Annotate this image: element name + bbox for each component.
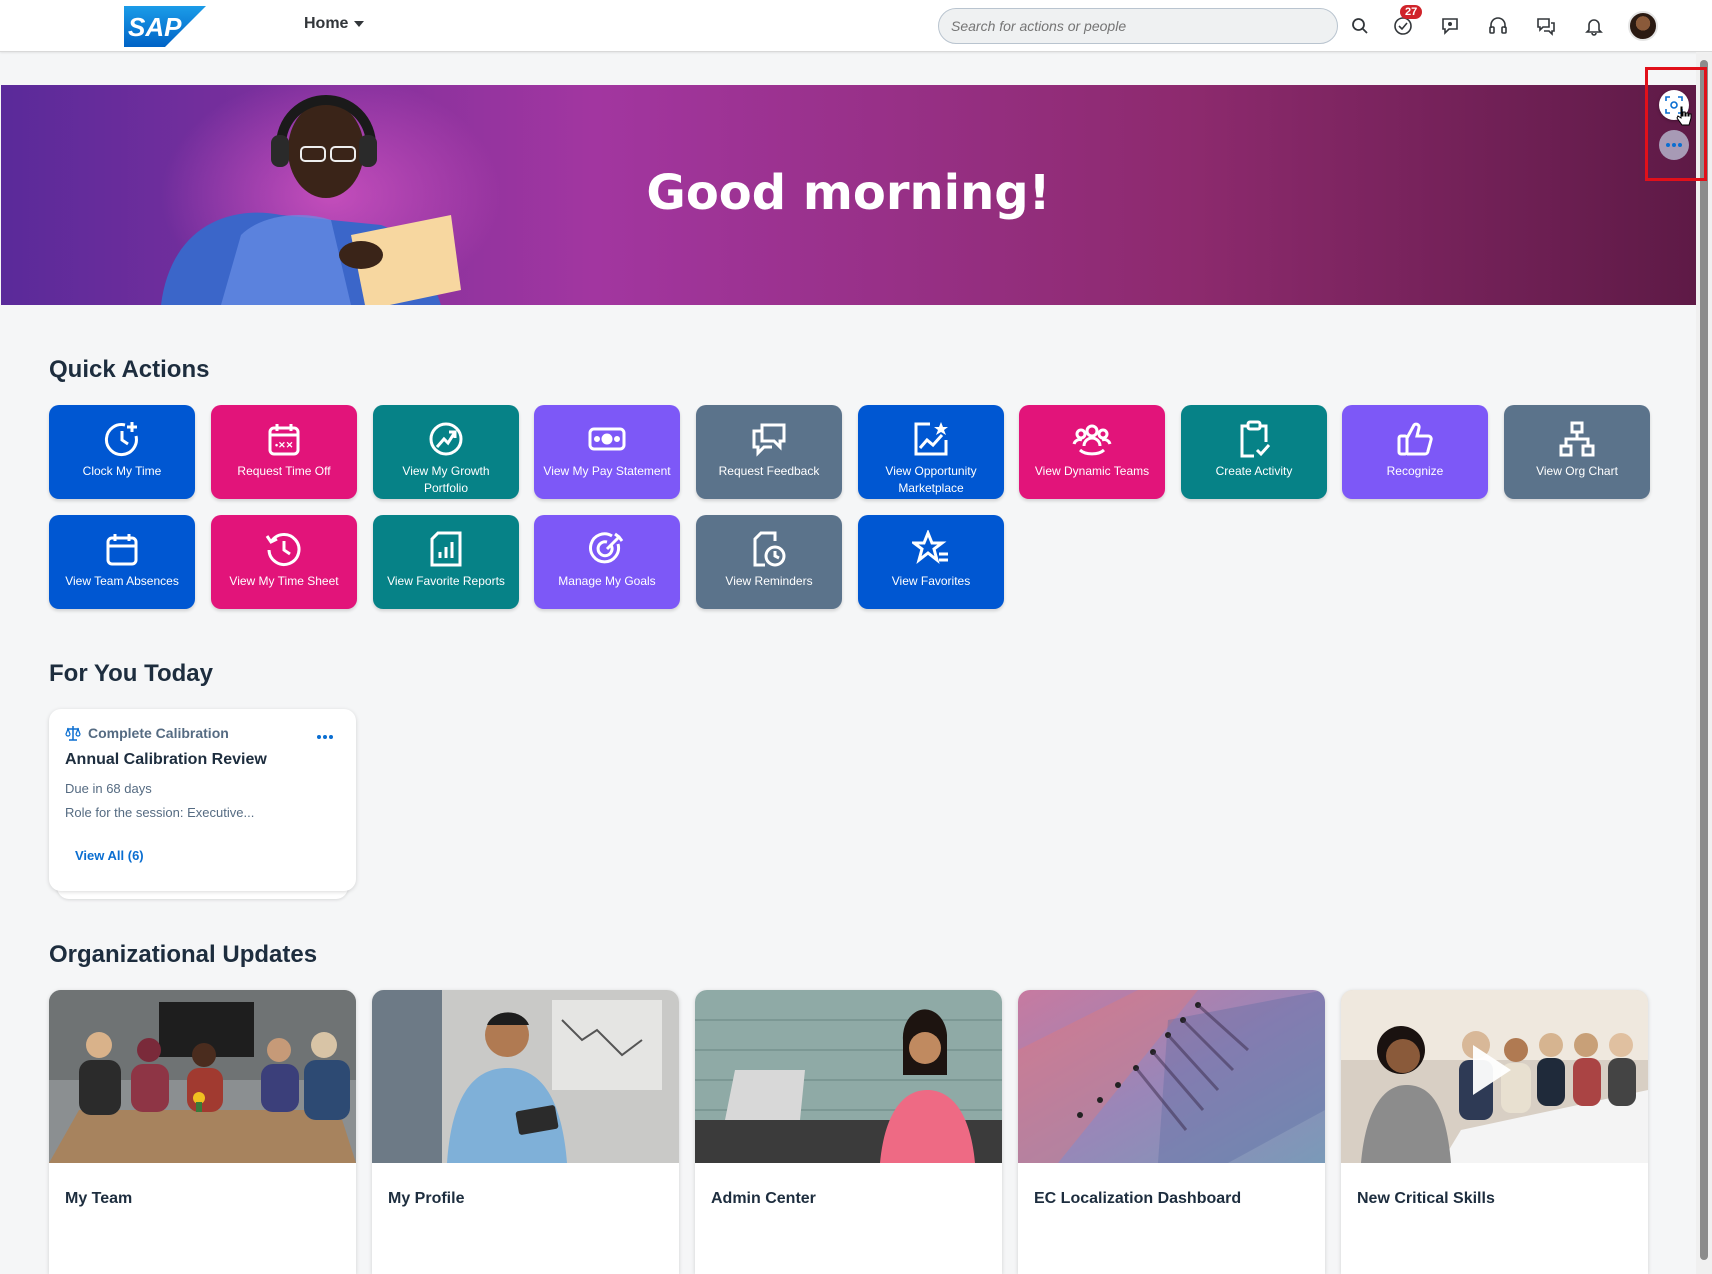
- shell-bar: SAP Home 27: [0, 0, 1712, 52]
- chat-icon[interactable]: [1438, 14, 1462, 38]
- calendar-blank-icon: [102, 529, 142, 569]
- org-card-title: Admin Center: [711, 1190, 816, 1207]
- quick-action-view-reminders[interactable]: View Reminders: [696, 515, 842, 609]
- quick-action-view-favorite-reports[interactable]: View Favorite Reports: [373, 515, 519, 609]
- org-card-admin-center[interactable]: Admin Center: [695, 990, 1002, 1274]
- my-team-image: [49, 990, 356, 1163]
- new-critical-skills-image: [1341, 990, 1648, 1163]
- quick-action-view-my-pay-statement[interactable]: View My Pay Statement: [534, 405, 680, 499]
- more-icon: [317, 735, 333, 739]
- ec-localization-image: [1018, 990, 1325, 1163]
- more-icon: [1666, 143, 1682, 147]
- user-avatar[interactable]: [1628, 11, 1658, 41]
- quick-action-view-favorites[interactable]: View Favorites: [858, 515, 1004, 609]
- my-profile-image: [372, 990, 679, 1163]
- thumbs-up-icon: [1395, 419, 1435, 459]
- greeting-title: Good morning!: [646, 165, 1051, 221]
- for-you-today-title: For You Today: [49, 660, 214, 687]
- quick-action-view-team-absences[interactable]: View Team Absences: [49, 515, 195, 609]
- home-menu[interactable]: Home: [304, 15, 365, 33]
- headset-icon[interactable]: [1486, 14, 1510, 38]
- clipboard-check-icon: [1234, 419, 1274, 459]
- search-icon[interactable]: [1348, 14, 1372, 38]
- reminder-icon: [749, 529, 789, 569]
- org-card-my-profile[interactable]: My Profile: [372, 990, 679, 1274]
- pointer-cursor-icon: [1676, 106, 1692, 126]
- org-card-my-team[interactable]: My Team: [49, 990, 356, 1274]
- todo-badge: 27: [1400, 5, 1423, 19]
- card-due: Due in 68 days: [65, 781, 152, 796]
- caret-down-icon: [354, 21, 365, 27]
- clock-add-icon: [102, 419, 142, 459]
- quick-action-manage-my-goals[interactable]: Manage My Goals: [534, 515, 680, 609]
- opportunity-icon: [911, 419, 951, 459]
- org-card-ec-localization-dashboard[interactable]: EC Localization Dashboard: [1018, 990, 1325, 1274]
- view-all-link[interactable]: View All (6): [75, 848, 144, 863]
- report-icon: [426, 529, 466, 569]
- bell-icon[interactable]: [1582, 14, 1606, 38]
- home-label: Home: [304, 15, 349, 32]
- card-category: Complete Calibration: [88, 725, 229, 741]
- calibration-card[interactable]: Complete Calibration Annual Calibration …: [49, 709, 356, 891]
- sap-logo[interactable]: SAP: [124, 6, 206, 47]
- sap-logo-text: SAP: [128, 12, 182, 42]
- quick-action-view-my-time-sheet[interactable]: View My Time Sheet: [211, 515, 357, 609]
- feedback-icon[interactable]: [1534, 14, 1558, 38]
- money-icon: [587, 419, 627, 459]
- scrollbar-thumb[interactable]: [1700, 60, 1708, 1260]
- quick-action-request-feedback[interactable]: Request Feedback: [696, 405, 842, 499]
- quick-action-view-dynamic-teams[interactable]: View Dynamic Teams: [1019, 405, 1165, 499]
- more-options-button[interactable]: [1659, 130, 1689, 160]
- welcome-banner: Good morning!: [1, 85, 1696, 305]
- feedback-bubbles-icon: [749, 419, 789, 459]
- card-more-button[interactable]: [316, 727, 334, 745]
- quick-action-create-activity[interactable]: Create Activity: [1181, 405, 1327, 499]
- org-card-title: New Critical Skills: [1357, 1190, 1495, 1207]
- org-card-title: My Profile: [388, 1190, 465, 1207]
- search-input[interactable]: [938, 8, 1338, 44]
- quick-action-view-my-growth-portfolio[interactable]: View My Growth Portfolio: [373, 405, 519, 499]
- card-title: Annual Calibration Review: [65, 751, 267, 768]
- calendar-icon: •✕✕: [264, 419, 304, 459]
- quick-action-view-org-chart[interactable]: View Org Chart: [1504, 405, 1650, 499]
- quick-action-request-time-off[interactable]: •✕✕ Request Time Off: [211, 405, 357, 499]
- growth-icon: [426, 419, 466, 459]
- org-card-title: My Team: [65, 1190, 133, 1207]
- scale-icon: [65, 726, 81, 741]
- history-icon: [264, 529, 304, 569]
- svg-text:•✕✕: •✕✕: [275, 440, 293, 450]
- target-icon: [587, 529, 627, 569]
- org-card-title: EC Localization Dashboard: [1034, 1190, 1242, 1207]
- admin-center-image: [695, 990, 1002, 1163]
- star-list-icon: [911, 529, 951, 569]
- org-card-new-critical-skills[interactable]: New Critical Skills: [1341, 990, 1648, 1274]
- quick-action-recognize[interactable]: Recognize: [1342, 405, 1488, 499]
- quick-actions-title: Quick Actions: [49, 356, 210, 383]
- quick-action-clock-my-time[interactable]: Clock My Time: [49, 405, 195, 499]
- team-icon: [1072, 419, 1112, 459]
- org-updates-title: Organizational Updates: [49, 941, 318, 968]
- card-role: Role for the session: Executive...: [65, 805, 255, 820]
- quick-action-view-opportunity-marketplace[interactable]: View Opportunity Marketplace: [858, 405, 1004, 499]
- org-chart-icon: [1557, 419, 1597, 459]
